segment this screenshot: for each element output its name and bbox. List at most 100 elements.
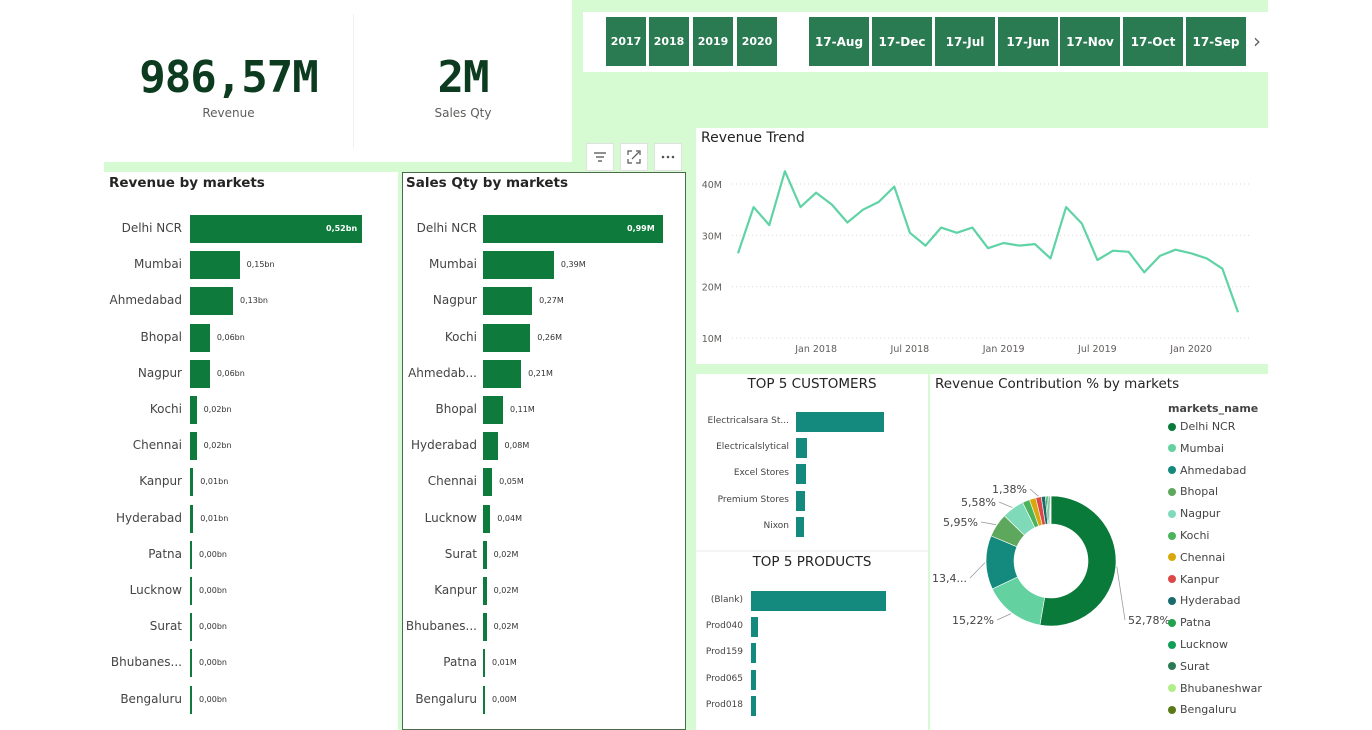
revenue-by-markets-panel[interactable]: Revenue by markets Delhi NCR 0,52bn Mumbai…	[104, 172, 398, 730]
legend-item[interactable]: Bhubaneshwar	[1168, 682, 1262, 695]
bar[interactable]	[483, 540, 487, 569]
revenue-trend-line[interactable]	[736, 170, 1240, 313]
scroll-right-icon[interactable]: ›	[1250, 28, 1264, 56]
bar[interactable]	[483, 577, 487, 605]
donut-slice[interactable]	[1039, 495, 1117, 627]
bar-category-label: Chennai	[132, 438, 182, 453]
bar[interactable]	[751, 695, 756, 716]
filter-icon[interactable]	[586, 143, 614, 171]
bar-category-label: Ahmedab...	[408, 365, 477, 380]
data-label-leader	[1029, 488, 1039, 497]
month-slicer-button[interactable]: 17-Jul	[934, 16, 996, 67]
legend-item[interactable]: Hyderabad	[1168, 594, 1241, 607]
revenue-trend-panel[interactable]: Revenue Trend 40M 30M 20M 10M Jan 2018 Jul 20…	[696, 128, 1268, 364]
month-slicer-button[interactable]: 17-Jun	[997, 16, 1059, 67]
bar[interactable]	[190, 613, 192, 642]
revenue-trend-chart: 40M 30M 20M 10M Jan 2018 Jul 2018 Jan 2019 Jul …	[702, 170, 1251, 355]
bar[interactable]	[483, 504, 491, 533]
bar[interactable]	[751, 669, 757, 690]
legend-item[interactable]: Mumbai	[1168, 442, 1224, 455]
bar-value-label: 0,00bn	[199, 694, 227, 704]
legend-item[interactable]: Bhopal	[1168, 485, 1218, 498]
bar[interactable]	[190, 251, 240, 280]
month-slicer-button[interactable]: 17-Nov	[1059, 16, 1121, 67]
bar[interactable]	[796, 490, 805, 511]
bar-value-label: 0,02bn	[203, 405, 232, 414]
revenue-contribution-panel[interactable]: Revenue Contribution % by markets 52,78%…	[930, 374, 1268, 730]
legend-item[interactable]: Lucknow	[1168, 638, 1228, 651]
bar[interactable]	[796, 464, 807, 485]
legend-item[interactable]: Patna	[1168, 616, 1211, 629]
bar[interactable]	[483, 613, 487, 642]
bar-value-label: 0,02M	[493, 586, 519, 595]
legend-item[interactable]: Chennai	[1168, 551, 1225, 564]
bar-category-label: Ahmedabad	[109, 293, 182, 308]
month-slicer-button[interactable]: 17-Sep	[1185, 16, 1247, 67]
bar[interactable]	[190, 504, 194, 533]
x-tick-label: Jul 2018	[890, 344, 930, 355]
bar-category-label: Mumbai	[429, 257, 477, 272]
bar[interactable]	[190, 468, 194, 497]
year-slicer-button[interactable]: 2020	[736, 16, 778, 67]
bar[interactable]	[190, 432, 197, 461]
revenue-card[interactable]: 986,57M Revenue	[104, 0, 353, 162]
donut-data-label: 15,22%	[952, 614, 994, 627]
bar-value-label: 0,39M	[560, 260, 586, 270]
bar[interactable]	[483, 287, 533, 316]
more-options-icon[interactable]	[654, 143, 682, 171]
bar-value-label: 0,06bn	[216, 368, 245, 378]
legend-item[interactable]: Bengaluru	[1168, 703, 1237, 716]
month-slicer-button[interactable]: 17-Aug	[808, 16, 870, 67]
legend-item[interactable]: Surat	[1168, 660, 1210, 673]
bar[interactable]	[483, 251, 554, 280]
legend-item[interactable]: Kanpur	[1168, 573, 1219, 586]
legend-swatch	[1168, 640, 1176, 649]
bar[interactable]	[751, 617, 758, 638]
year-slicer-button[interactable]: 2018	[648, 16, 690, 67]
legend-swatch	[1168, 618, 1176, 627]
legend-label: Lucknow	[1180, 638, 1229, 651]
sales-qty-by-markets-panel[interactable]: Sales Qty by markets Delhi NCR 0,99M Mumba…	[402, 172, 686, 730]
legend-label: Chennai	[1180, 550, 1226, 564]
bar[interactable]	[190, 287, 233, 316]
bar[interactable]	[796, 438, 807, 459]
bar[interactable]	[483, 468, 493, 497]
bar[interactable]	[190, 540, 192, 569]
bar[interactable]	[190, 323, 210, 352]
month-slicer-button[interactable]: 17-Oct	[1122, 16, 1184, 67]
bar-value-label: 0,00bn	[199, 658, 227, 668]
bar[interactable]	[483, 685, 485, 714]
bar[interactable]	[190, 396, 197, 424]
year-slicer-button[interactable]: 2019	[692, 16, 734, 67]
bar[interactable]	[796, 412, 884, 432]
month-slicer-button[interactable]: 17-Dec	[871, 16, 933, 67]
bar[interactable]	[483, 323, 531, 352]
bar[interactable]	[483, 432, 498, 461]
year-slicer-button[interactable]: 2017	[605, 16, 647, 67]
bar[interactable]	[751, 591, 886, 611]
legend-item[interactable]: Nagpur	[1168, 507, 1220, 520]
legend-label: Surat	[1180, 659, 1210, 673]
legend-label: Kochi	[1180, 529, 1210, 542]
bar[interactable]	[796, 516, 805, 537]
legend-item[interactable]: Delhi NCR	[1168, 420, 1235, 433]
focus-mode-icon[interactable]	[620, 143, 648, 171]
bar[interactable]	[483, 649, 485, 678]
sales-qty-label: Sales Qty	[434, 106, 492, 120]
bar-category-label: Bhubanes...	[405, 619, 477, 634]
top5-panel[interactable]: TOP 5 CUSTOMERS Electricalsara St... Elec…	[696, 374, 928, 730]
legend-label: Nagpur	[1180, 507, 1221, 521]
bar-category-label: Lucknow	[424, 510, 477, 525]
bar[interactable]	[190, 577, 192, 605]
bar-value-label: 0,01M	[492, 658, 517, 668]
legend-item[interactable]: Ahmedabad	[1168, 464, 1246, 477]
bar[interactable]	[751, 643, 757, 664]
bar[interactable]	[483, 396, 503, 424]
bar[interactable]	[483, 359, 522, 388]
bar[interactable]	[190, 359, 210, 388]
bar[interactable]	[190, 649, 192, 678]
legend-item[interactable]: Kochi	[1168, 529, 1209, 542]
sales-qty-card[interactable]: 2M Sales Qty	[354, 0, 572, 162]
bar[interactable]	[190, 685, 192, 714]
bar-value-label: 0,11M	[510, 405, 535, 414]
